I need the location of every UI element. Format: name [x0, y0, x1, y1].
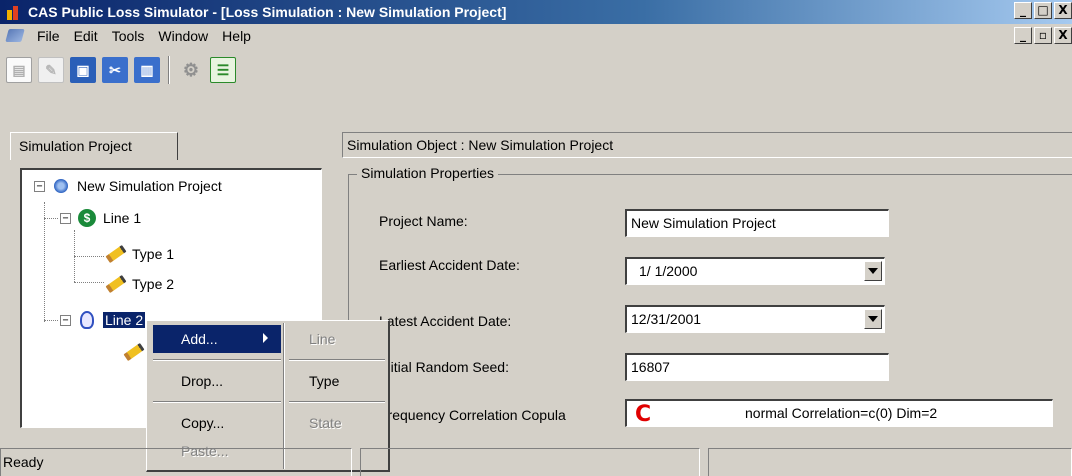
- tree-connector: [44, 218, 58, 219]
- menu-item-copy[interactable]: Copy...: [181, 415, 224, 431]
- new-icon[interactable]: ▤: [6, 57, 32, 83]
- earliest-date-dropdown[interactable]: 1/ 1/2000: [625, 257, 885, 285]
- earliest-date-label: Earliest Accident Date:: [379, 257, 520, 273]
- menu-edit[interactable]: Edit: [67, 24, 105, 48]
- chevron-down-icon[interactable]: [864, 309, 882, 329]
- latest-date-value: 12/31/2001: [631, 311, 702, 327]
- copula-field[interactable]: C normal Correlation=c(0) Dim=2: [625, 399, 1053, 427]
- menu-tools[interactable]: Tools: [105, 24, 152, 48]
- project-gear-icon: [51, 176, 71, 196]
- window-controls: _ □ X: [1014, 2, 1072, 19]
- window-title: CAS Public Loss Simulator - [Loss Simula…: [28, 4, 507, 20]
- menu-separator: [289, 401, 385, 403]
- collapse-icon[interactable]: −: [34, 180, 45, 192]
- pencil-icon: [105, 274, 127, 294]
- pencil-icon: [123, 342, 145, 362]
- menu-item-drop[interactable]: Drop...: [181, 373, 223, 389]
- dollar-icon: $: [77, 208, 97, 228]
- tree-item-root[interactable]: − New Simulation Project: [34, 176, 222, 196]
- tree-label-root: New Simulation Project: [77, 178, 222, 194]
- submenu-item-type[interactable]: Type: [309, 373, 339, 389]
- tree-connector: [44, 202, 45, 322]
- menu-separator: [153, 359, 281, 361]
- menu-window[interactable]: Window: [151, 24, 215, 48]
- copula-c-icon: C: [635, 402, 652, 427]
- simulation-object-header: Simulation Object : New Simulation Proje…: [342, 132, 1072, 158]
- copula-label: Frequency Correlation Copula: [379, 407, 566, 423]
- status-panel-3: [708, 448, 1072, 476]
- earliest-date-value: 1/ 1/2000: [639, 263, 698, 279]
- submenu-item-state[interactable]: State: [309, 415, 342, 431]
- menu-bar: File Edit Tools Window Help _ ▫ X: [0, 24, 1072, 48]
- tree-item-type1[interactable]: Type 1: [105, 244, 175, 264]
- tree-item-line2[interactable]: − Line 2: [60, 310, 146, 330]
- minimize-button[interactable]: _: [1014, 2, 1032, 19]
- menu-help[interactable]: Help: [215, 24, 258, 48]
- latest-date-label: Latest Accident Date:: [379, 313, 512, 329]
- submenu-item-line[interactable]: Line: [309, 331, 335, 347]
- menu-item-add[interactable]: Add...: [181, 331, 218, 347]
- collapse-icon[interactable]: −: [60, 314, 71, 326]
- report-icon[interactable]: ☰: [210, 57, 236, 83]
- tree-item-line1[interactable]: − $ Line 1: [60, 208, 142, 228]
- simulation-properties-group: Simulation Properties Project Name: New …: [348, 165, 1072, 444]
- cut-icon[interactable]: ✂: [102, 57, 128, 83]
- copula-value: normal Correlation=c(0) Dim=2: [745, 405, 938, 421]
- maximize-button[interactable]: □: [1034, 2, 1052, 19]
- doc-minimize-button[interactable]: _: [1014, 27, 1032, 44]
- gear-icon[interactable]: ⚙: [178, 57, 204, 83]
- toolbar: ▤ ✎ ▣ ✂ ▥ ⚙ ☰: [0, 48, 1072, 92]
- lightbulb-icon: [77, 310, 97, 330]
- latest-date-dropdown[interactable]: 12/31/2001: [625, 305, 885, 333]
- close-button[interactable]: X: [1054, 2, 1072, 19]
- submenu-arrow-icon: [263, 333, 268, 343]
- chevron-down-icon[interactable]: [864, 261, 882, 281]
- status-panel-2: [360, 448, 700, 476]
- title-bar[interactable]: CAS Public Loss Simulator - [Loss Simula…: [0, 0, 1072, 24]
- tree-label-type2: Type 2: [132, 276, 175, 292]
- menu-file[interactable]: File: [30, 24, 67, 48]
- status-text: Ready: [0, 448, 352, 476]
- tree-connector: [44, 320, 58, 321]
- tree-connector: [74, 282, 104, 283]
- random-seed-input[interactable]: 16807: [625, 353, 889, 381]
- menu-separator: [289, 359, 385, 361]
- tree-item-type2[interactable]: Type 2: [105, 274, 175, 294]
- project-name-input[interactable]: New Simulation Project: [625, 209, 889, 237]
- tree-label-line2: Line 2: [103, 312, 146, 328]
- tree-label-line1: Line 1: [103, 210, 142, 226]
- pencil-icon: [105, 244, 127, 264]
- tab-simulation-project[interactable]: Simulation Project: [10, 132, 178, 160]
- menu-separator: [153, 401, 281, 403]
- status-bar: Ready: [0, 446, 1072, 476]
- app-logo-icon: [4, 3, 22, 21]
- properties-pane: Simulation Object : New Simulation Proje…: [342, 132, 1072, 444]
- doc-close-button[interactable]: X: [1054, 27, 1072, 44]
- project-name-label: Project Name:: [379, 213, 468, 229]
- open-icon[interactable]: ✎: [38, 57, 64, 83]
- random-seed-label: Initial Random Seed:: [379, 359, 509, 375]
- save-icon[interactable]: ▣: [70, 57, 96, 83]
- tree-connector: [74, 256, 104, 257]
- document-window-controls: _ ▫ X: [1014, 27, 1072, 44]
- tree-label-type1: Type 1: [132, 246, 175, 262]
- document-window-icon[interactable]: [6, 27, 26, 45]
- doc-restore-button[interactable]: ▫: [1034, 27, 1052, 44]
- collapse-icon[interactable]: −: [60, 212, 71, 224]
- toolbar-separator: [168, 56, 170, 84]
- chart-icon[interactable]: ▥: [134, 57, 160, 83]
- group-title: Simulation Properties: [357, 165, 499, 181]
